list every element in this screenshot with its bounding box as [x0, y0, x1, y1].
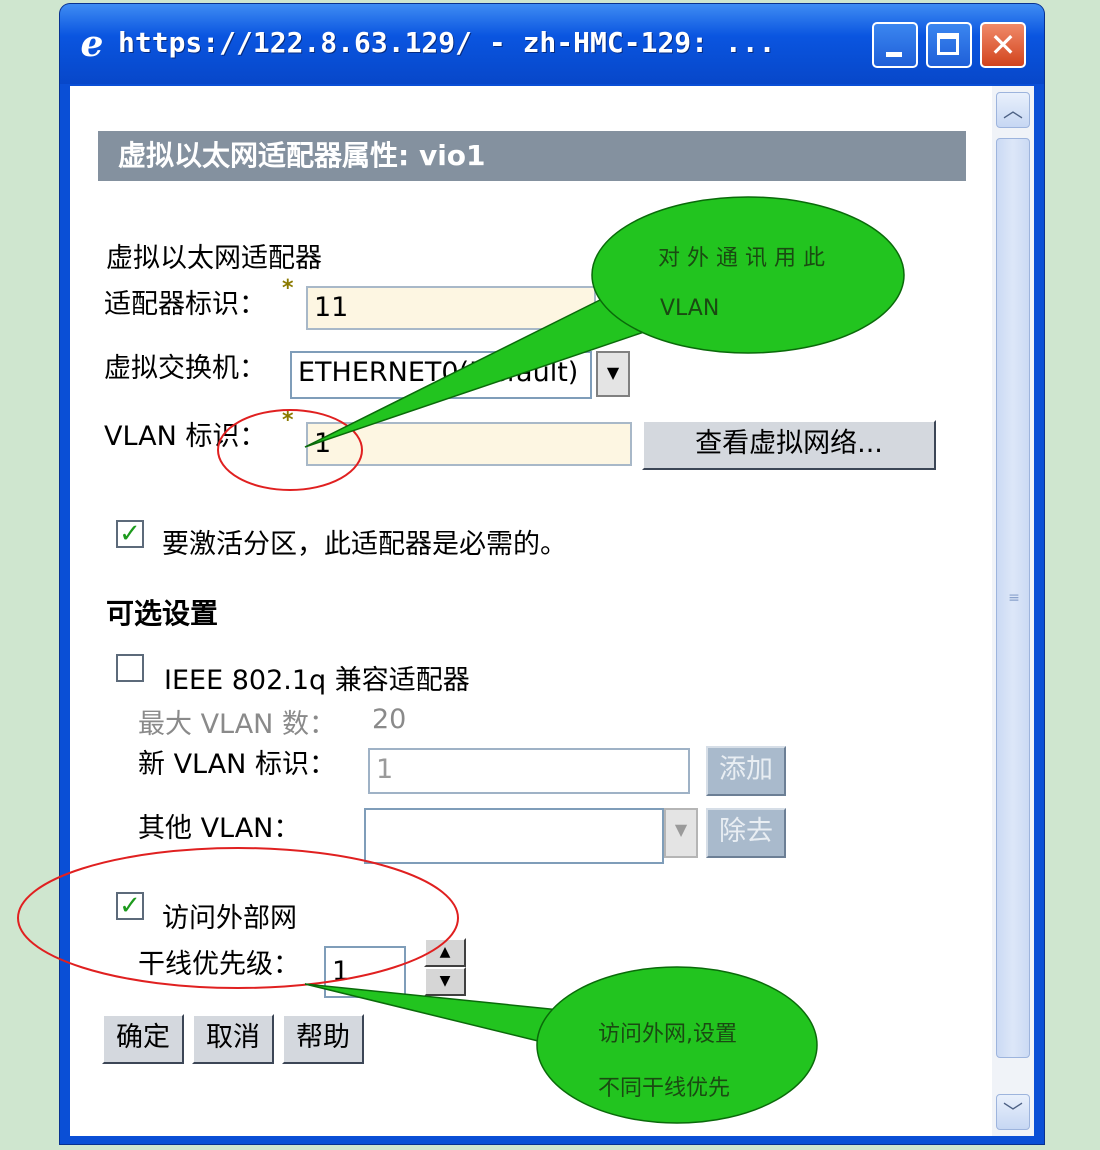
other-vlan-label: 其他 VLAN：	[138, 813, 301, 844]
close-icon: ✕	[989, 26, 1017, 64]
required-star-icon: *	[282, 276, 294, 301]
scroll-down-button[interactable]: ﹀	[996, 1094, 1030, 1130]
remove-button[interactable]: 除去	[706, 808, 786, 858]
new-vlan-input[interactable]: 1	[368, 748, 690, 794]
grip-icon: ≡	[1008, 590, 1020, 606]
ieee-checkbox-label: IEEE 802.1q 兼容适配器	[164, 665, 470, 696]
virtual-switch-select[interactable]: ETHERNET0(Default)	[290, 351, 592, 399]
window-title: https://122.8.63.129/ - zh-HMC-129: ...	[118, 26, 776, 59]
minimize-button[interactable]	[872, 22, 918, 68]
decrement-icon[interactable]: ▼	[424, 967, 466, 996]
checkmark-icon: ✓	[119, 891, 141, 921]
chevron-down-icon: ﹀	[1003, 1100, 1023, 1124]
adapter-id-input[interactable]: 11	[306, 286, 596, 330]
browser-window: e https://122.8.63.129/ - zh-HMC-129: ..…	[60, 4, 1044, 1144]
internet-explorer-icon: e	[80, 23, 104, 65]
maximize-button[interactable]	[926, 22, 972, 68]
scroll-thumb[interactable]: ≡	[996, 138, 1030, 1058]
ieee-checkbox[interactable]	[116, 654, 144, 682]
chevron-down-icon[interactable]: ▼	[596, 351, 630, 397]
dialog-content: ︿ ≡ ﹀ 虚拟以太网适配器属性: vio1 虚拟以太网适配器 适配器标识： *…	[70, 86, 1034, 1136]
add-button[interactable]: 添加	[706, 746, 786, 796]
vlan-id-label: VLAN 标识：	[104, 421, 267, 452]
max-vlan-label: 最大 VLAN 数：	[138, 709, 336, 740]
optional-settings-heading: 可选设置	[106, 597, 219, 630]
cancel-button[interactable]: 取消	[192, 1014, 274, 1064]
view-virtual-network-button[interactable]: 查看虚拟网络...	[642, 420, 936, 470]
external-network-checkbox[interactable]: ✓	[116, 892, 144, 920]
trunk-priority-label: 干线优先级：	[138, 949, 300, 980]
required-star-icon: *	[282, 408, 294, 433]
new-vlan-label: 新 VLAN 标识：	[138, 749, 336, 780]
external-network-label: 访问外部网	[162, 903, 297, 934]
trunk-priority-stepper[interactable]: ▲ ▼	[424, 938, 466, 996]
vertical-scrollbar[interactable]: ︿ ≡ ﹀	[992, 86, 1034, 1136]
scroll-up-button[interactable]: ︿	[996, 92, 1030, 128]
chevron-up-icon: ︿	[1003, 98, 1023, 122]
required-checkbox-label: 要激活分区，此适配器是必需的。	[162, 529, 567, 560]
virtual-switch-label: 虚拟交换机：	[104, 353, 266, 384]
adapter-id-label: 适配器标识：	[104, 289, 266, 320]
help-button[interactable]: 帮助	[282, 1014, 364, 1064]
max-vlan-value: 20	[372, 704, 407, 735]
vlan-id-input[interactable]: 1	[306, 422, 632, 466]
chevron-down-icon[interactable]: ▼	[664, 808, 698, 858]
page-title: 虚拟以太网适配器属性: vio1	[98, 131, 966, 181]
section-heading: 虚拟以太网适配器	[106, 243, 322, 274]
other-vlan-list[interactable]	[364, 808, 664, 864]
ok-button[interactable]: 确定	[102, 1014, 184, 1064]
title-bar[interactable]: e https://122.8.63.129/ - zh-HMC-129: ..…	[60, 4, 1044, 84]
trunk-priority-input[interactable]: 1	[324, 946, 406, 998]
close-button[interactable]: ✕	[980, 22, 1026, 68]
required-checkbox[interactable]: ✓	[116, 520, 144, 548]
increment-icon[interactable]: ▲	[424, 938, 466, 967]
checkmark-icon: ✓	[119, 519, 141, 549]
